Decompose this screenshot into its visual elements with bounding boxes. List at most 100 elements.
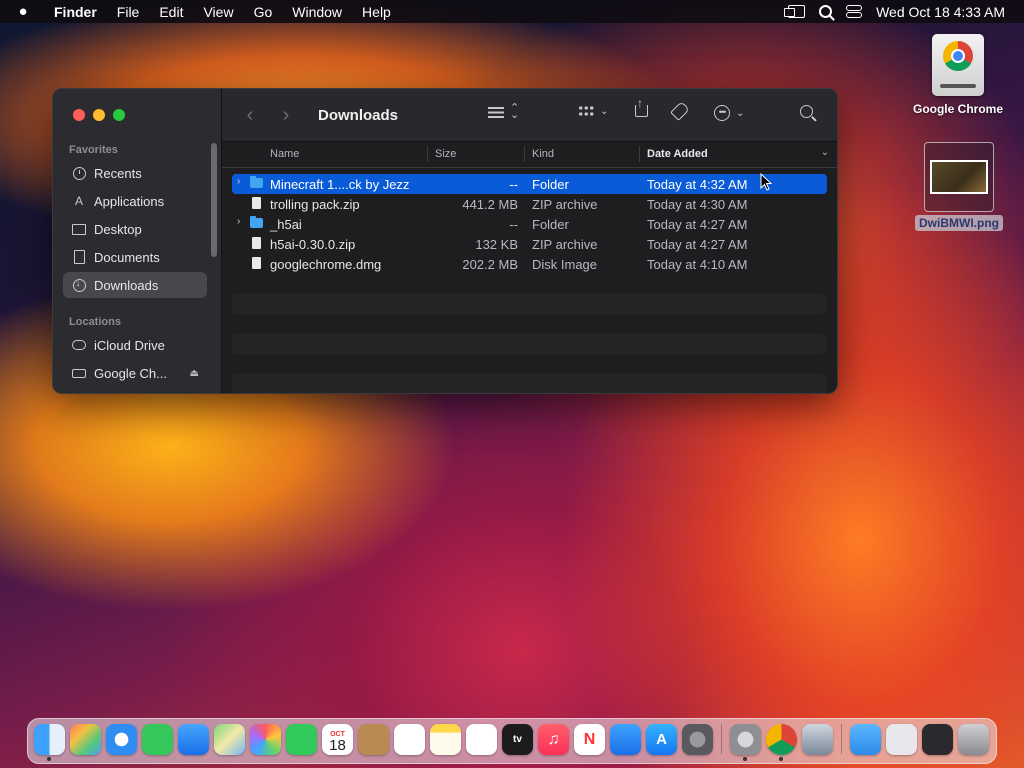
table-row[interactable]: h5ai-0.30.0.zip 132 KB ZIP archive Today…	[232, 234, 827, 254]
menu-window[interactable]: Window	[282, 4, 352, 20]
file-icon	[252, 197, 261, 209]
dock-separator	[841, 724, 842, 754]
column-header-date-added[interactable]: Date Added	[639, 146, 708, 162]
finder-content: ‹ › Downloads ⌃⌄ ⌄ ••• ⌄	[222, 89, 837, 393]
share-button[interactable]	[635, 96, 648, 117]
desktop-icon	[72, 223, 86, 235]
screenshot-stack-icon[interactable]	[922, 724, 953, 755]
launchpad-icon[interactable]	[70, 724, 101, 755]
apple-tv-icon[interactable]: tv	[502, 724, 533, 755]
close-window-button[interactable]	[73, 109, 85, 121]
share-icon	[635, 96, 648, 117]
sort-chevron-icon[interactable]: ⌄	[821, 147, 829, 158]
table-row[interactable]: trolling pack.zip 441.2 MB ZIP archive T…	[232, 194, 827, 214]
menu-clock[interactable]: Wed Oct 18 4:33 AM	[876, 4, 1005, 20]
mail-icon[interactable]	[178, 724, 209, 755]
chrome-logo-icon	[943, 41, 973, 71]
sidebar-item-applications[interactable]: A Applications	[63, 188, 207, 214]
table-row[interactable]: googlechrome.dmg 202.2 MB Disk Image Tod…	[232, 254, 827, 274]
finder-icon[interactable]	[34, 724, 65, 761]
facetime-icon[interactable]	[286, 724, 317, 755]
notes-icon[interactable]	[430, 724, 461, 755]
spotlight-search-icon[interactable]	[819, 5, 833, 18]
eject-icon[interactable]: ⏏	[190, 368, 199, 379]
sidebar-scrollbar[interactable]	[211, 143, 217, 257]
file-size: 132 KB	[475, 237, 518, 252]
column-header-kind[interactable]: Kind	[523, 146, 554, 162]
file-size: 202.2 MB	[462, 257, 518, 272]
sidebar-item-label: Google Ch...	[94, 365, 167, 381]
news-icon[interactable]: N	[574, 724, 605, 755]
column-header-size[interactable]: Size	[426, 146, 456, 162]
messages-icon[interactable]	[142, 724, 173, 755]
file-size: --	[509, 217, 518, 232]
file-date-added: Today at 4:27 AM	[647, 237, 748, 252]
file-icon	[252, 237, 261, 249]
more-actions-button[interactable]: ••• ⌄	[714, 105, 744, 121]
menu-help[interactable]: Help	[352, 4, 401, 20]
photos-icon[interactable]	[250, 724, 281, 755]
reminders-icon[interactable]	[394, 724, 425, 755]
control-center-icon[interactable]	[846, 5, 863, 18]
trash-icon[interactable]	[958, 724, 989, 755]
zoom-window-button[interactable]	[113, 109, 125, 121]
clock-icon	[72, 166, 86, 180]
file-name: trolling pack.zip	[270, 197, 360, 212]
column-header-name[interactable]: Name	[270, 148, 299, 160]
freeform-icon[interactable]	[466, 724, 497, 755]
safari-icon[interactable]	[106, 724, 137, 755]
screen-mirroring-icon[interactable]	[784, 5, 806, 18]
sidebar-item-label: Desktop	[94, 221, 142, 237]
menu-view[interactable]: View	[193, 4, 243, 20]
sidebar-item-label: Documents	[94, 249, 160, 265]
minimize-window-button[interactable]	[93, 109, 105, 121]
desktop-item-label: Google Chrome	[912, 102, 1003, 116]
system-settings-icon[interactable]	[682, 724, 713, 755]
desktop-png-file[interactable]: DwiBMWI.png	[912, 142, 1006, 231]
list-view-icon	[488, 106, 504, 118]
desktop-google-chrome-disk[interactable]: Google Chrome	[906, 34, 1010, 116]
calendar-icon[interactable]: OCT 18	[322, 724, 353, 755]
table-row[interactable]: › Minecraft 1....ck by Jezz -- Folder To…	[232, 174, 827, 194]
disclosure-chevron-icon[interactable]: ›	[237, 176, 240, 187]
app-store-icon[interactable]: A	[646, 724, 677, 755]
menu-go[interactable]: Go	[244, 4, 283, 20]
file-date-added: Today at 4:27 AM	[647, 217, 748, 232]
group-by-button[interactable]: ⌄	[578, 105, 608, 117]
sidebar-item-documents[interactable]: Documents	[63, 244, 207, 270]
sidebar-item-icloud-drive[interactable]: iCloud Drive	[63, 332, 207, 358]
music-icon[interactable]: ♫	[538, 724, 569, 755]
back-chevron-icon[interactable]: ‹	[232, 104, 268, 127]
menu-app-finder[interactable]: Finder	[46, 4, 107, 20]
menu-edit[interactable]: Edit	[149, 4, 193, 20]
disk-image-file-icon	[252, 257, 261, 269]
maps-icon[interactable]	[214, 724, 245, 755]
tags-button[interactable]	[670, 101, 690, 121]
contacts-icon[interactable]	[358, 724, 389, 755]
table-row[interactable]: › _h5ai -- Folder Today at 4:27 AM	[232, 214, 827, 234]
menu-file[interactable]: File	[107, 4, 150, 20]
forward-chevron-icon[interactable]: ›	[268, 104, 304, 127]
file-kind: Folder	[532, 177, 569, 192]
search-button[interactable]	[800, 105, 813, 118]
apple-menu-icon[interactable]: ●	[0, 3, 46, 20]
sidebar-item-recents[interactable]: Recents	[63, 160, 207, 186]
sidebar-item-google-chrome-volume[interactable]: Google Ch... ⏏	[63, 360, 207, 386]
drive-icon	[72, 368, 86, 378]
dock: OCT 18 tv ♫ N A	[27, 718, 997, 764]
preview-icon[interactable]	[802, 724, 833, 755]
sidebar-item-downloads[interactable]: Downloads	[63, 272, 207, 298]
sidebar-item-label: Applications	[94, 193, 165, 209]
menu-bar: ● Finder File Edit View Go Window Help W…	[0, 0, 1024, 23]
disclosure-chevron-icon[interactable]: ›	[237, 216, 240, 227]
google-chrome-icon[interactable]	[766, 724, 797, 761]
view-options-button[interactable]: ⌃ ⌄	[488, 103, 519, 121]
sidebar-item-desktop[interactable]: Desktop	[63, 216, 207, 242]
downloads-folder-icon[interactable]	[850, 724, 881, 755]
system-preferences-icon[interactable]	[730, 724, 761, 761]
keynote-icon[interactable]	[610, 724, 641, 755]
recent-files-stack-icon[interactable]	[886, 724, 917, 755]
calendar-day: 18	[329, 736, 346, 754]
chevron-down-icon: ⌄	[600, 105, 609, 117]
file-name: h5ai-0.30.0.zip	[270, 237, 356, 252]
